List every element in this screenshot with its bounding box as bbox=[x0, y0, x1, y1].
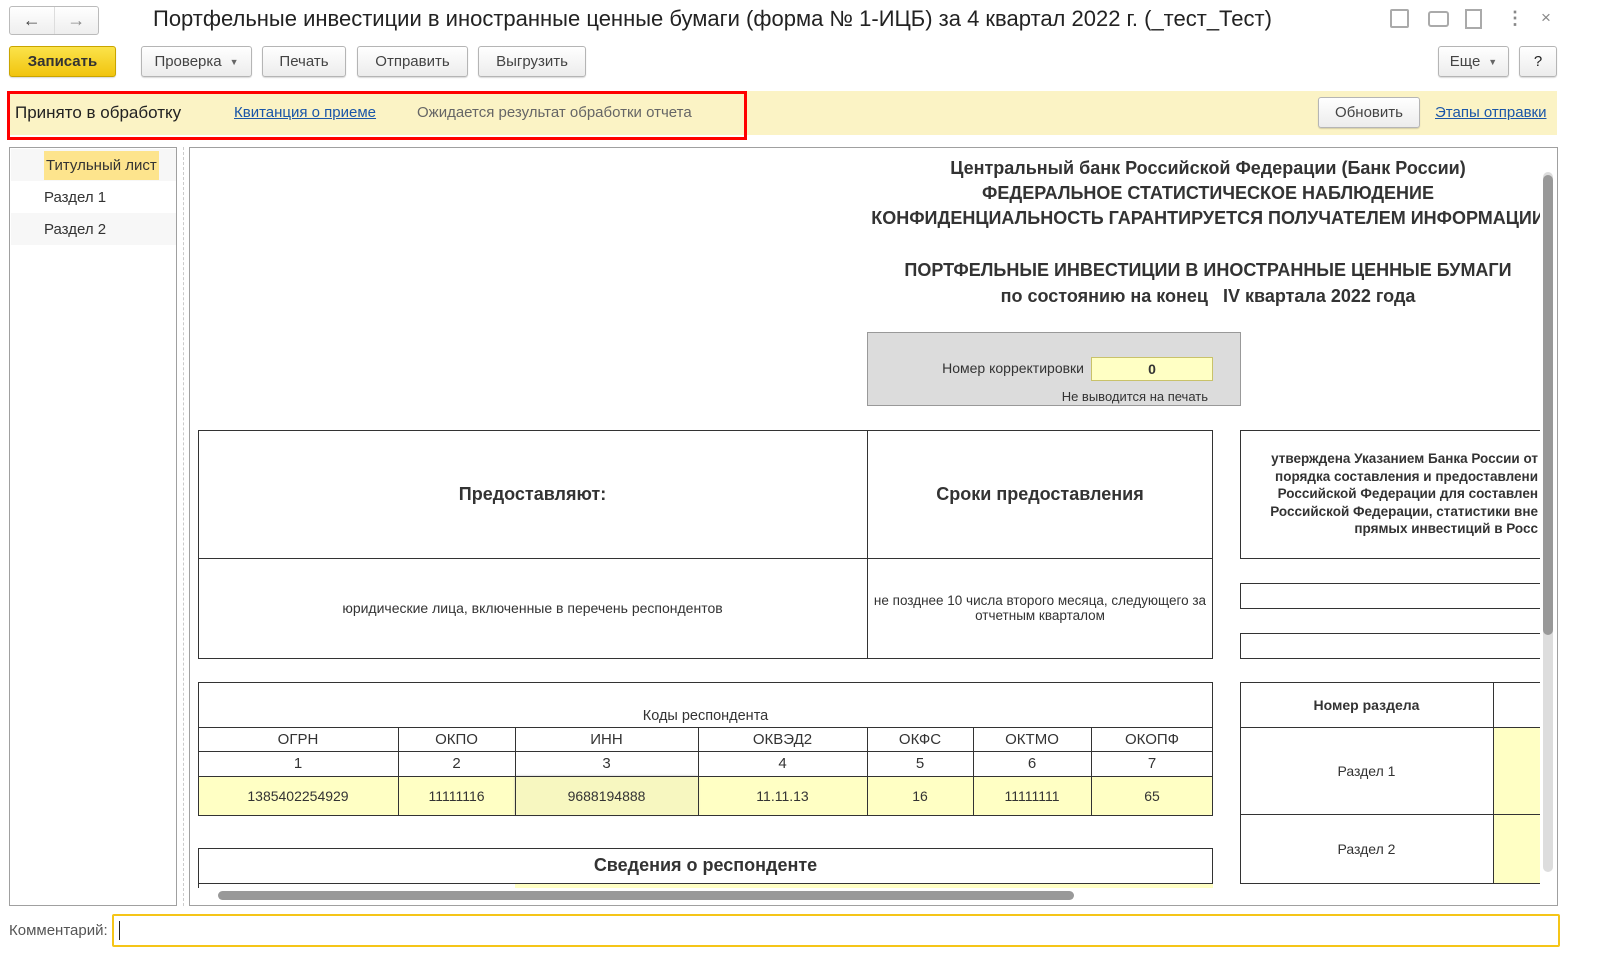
providers-value: юридические лица, включенные в перечень … bbox=[342, 600, 723, 616]
code-header: ОКПО bbox=[435, 730, 478, 748]
correction-input[interactable]: 0 bbox=[1091, 357, 1213, 381]
code-number: 5 bbox=[915, 755, 925, 772]
code-number: 1 bbox=[293, 755, 303, 772]
sidebar: Титульный лист Раздел 1 Раздел 2 bbox=[9, 147, 177, 906]
section-row-1: Раздел 1 bbox=[1337, 762, 1396, 779]
correction-note: Не выводится на печать bbox=[1061, 389, 1208, 404]
sections-input-column[interactable] bbox=[1494, 728, 1540, 883]
code-value[interactable]: 11111111 bbox=[973, 776, 1091, 815]
sidebar-item-section-2[interactable]: Раздел 2 bbox=[11, 213, 176, 245]
sidebar-item-label: Раздел 2 bbox=[44, 220, 107, 238]
header-line-3: КОНФИДЕНЦИАЛЬНОСТЬ ГАРАНТИРУЕТСЯ ПОЛУЧАТ… bbox=[871, 208, 1540, 228]
code-number: 7 bbox=[1147, 755, 1157, 772]
deadline-header: Сроки предоставления bbox=[936, 483, 1144, 504]
codes-title: Коды респондента bbox=[642, 708, 769, 724]
window-title: Портфельные инвестиции в иностранные цен… bbox=[153, 6, 1272, 31]
more-vertical-icon[interactable]: ⋮ bbox=[1506, 8, 1524, 29]
approval-field-1 bbox=[1240, 583, 1540, 609]
print-label: Печать bbox=[279, 53, 329, 70]
check-label: Проверка bbox=[154, 53, 222, 70]
code-value[interactable]: 9688194888 bbox=[515, 776, 698, 815]
forward-arrow-icon[interactable]: → bbox=[55, 7, 99, 34]
approval-line: утверждена Указанием Банка России от bbox=[1271, 451, 1538, 466]
approval-line: прямых инвестиций в Росс bbox=[1354, 521, 1538, 536]
sidebar-item-label: Раздел 1 bbox=[44, 188, 107, 206]
print-button[interactable]: Печать bbox=[262, 46, 346, 77]
send-button[interactable]: Отправить bbox=[357, 46, 468, 77]
code-header: ИНН bbox=[590, 730, 623, 748]
save-label: Записать bbox=[27, 53, 98, 70]
back-arrow-icon[interactable]: ← bbox=[10, 7, 55, 34]
respondent-title: Сведения о респонденте bbox=[593, 855, 818, 875]
section-row-2: Раздел 2 bbox=[1337, 841, 1396, 857]
code-header: ОКВЭД2 bbox=[752, 730, 813, 748]
approval-field-2 bbox=[1240, 633, 1540, 659]
chevron-down-icon: ▼ bbox=[229, 56, 239, 67]
correction-label: Номер корректировки bbox=[942, 360, 1084, 376]
horizontal-scrollbar[interactable] bbox=[191, 888, 1541, 904]
providers-header: Предоставляют: bbox=[458, 483, 607, 504]
spreadsheet-document: Центральный банк Российской Федерации (Б… bbox=[191, 148, 1540, 888]
save-button[interactable]: Записать bbox=[9, 46, 116, 77]
help-button[interactable]: ? bbox=[1519, 46, 1557, 77]
status-message: Ожидается результат обработки отчета bbox=[417, 104, 692, 121]
export-button[interactable]: Выгрузить bbox=[478, 46, 586, 77]
code-number: 2 bbox=[452, 755, 461, 772]
form-subtitle: по состоянию на конец IV квартала 2022 г… bbox=[1000, 286, 1416, 306]
code-header: ОКОПФ bbox=[1124, 730, 1180, 748]
code-value[interactable]: 16 bbox=[867, 776, 973, 815]
sections-header: Номер раздела bbox=[1313, 696, 1420, 713]
more-label: Еще bbox=[1449, 53, 1481, 70]
code-header: ОГРН bbox=[277, 730, 319, 748]
refresh-button[interactable]: Обновить bbox=[1318, 97, 1420, 128]
preview-icon[interactable] bbox=[1465, 9, 1482, 29]
approval-text: утверждена Указанием Банка России от пор… bbox=[1243, 450, 1538, 538]
header-line-1: Центральный банк Российской Федерации (Б… bbox=[950, 158, 1466, 178]
print-icon[interactable] bbox=[1428, 11, 1449, 27]
text-cursor bbox=[119, 921, 120, 940]
header-line-2: ФЕДЕРАЛЬНОЕ СТАТИСТИЧЕСКОЕ НАБЛЮДЕНИЕ bbox=[982, 183, 1434, 203]
save-icon[interactable] bbox=[1390, 9, 1409, 28]
code-header: ОКТМО bbox=[1005, 730, 1059, 748]
check-button[interactable]: Проверка ▼ bbox=[141, 46, 252, 77]
deadline-value: не позднее 10 числа второго месяца, след… bbox=[873, 593, 1207, 623]
divider bbox=[1493, 682, 1494, 884]
receipt-link[interactable]: Квитанция о приеме bbox=[234, 104, 376, 121]
form-title: ПОРТФЕЛЬНЫЕ ИНВЕСТИЦИИ В ИНОСТРАННЫЕ ЦЕН… bbox=[904, 260, 1512, 280]
approval-line: порядка составления и предоставлени bbox=[1275, 468, 1538, 484]
sidebar-item-section-1[interactable]: Раздел 1 bbox=[11, 181, 176, 213]
divider bbox=[198, 883, 1213, 884]
export-label: Выгрузить bbox=[496, 53, 568, 70]
help-label: ? bbox=[1533, 53, 1543, 70]
vertical-scroll-thumb[interactable] bbox=[1543, 175, 1553, 635]
splitter[interactable] bbox=[183, 147, 184, 906]
code-number: 3 bbox=[602, 755, 611, 772]
comment-input[interactable] bbox=[112, 914, 1560, 947]
sidebar-item-label: Титульный лист bbox=[44, 150, 159, 180]
code-value[interactable]: 65 bbox=[1091, 776, 1213, 815]
chevron-down-icon: ▼ bbox=[1488, 56, 1498, 67]
status-state: Принято в обработку bbox=[15, 103, 182, 122]
horizontal-scroll-thumb[interactable] bbox=[218, 891, 1074, 900]
code-number: 4 bbox=[778, 755, 787, 772]
refresh-label: Обновить bbox=[1335, 104, 1403, 121]
close-icon[interactable]: × bbox=[1541, 8, 1551, 28]
code-value[interactable]: 11111116 bbox=[398, 776, 515, 815]
approval-line: Российской Федерации для составлен bbox=[1277, 486, 1538, 501]
code-value[interactable]: 1385402254929 bbox=[198, 776, 398, 815]
approval-line: Российской Федерации, статистики вне bbox=[1270, 503, 1538, 519]
more-button[interactable]: Еще ▼ bbox=[1438, 46, 1509, 77]
sidebar-item-title-page[interactable]: Титульный лист bbox=[11, 149, 176, 181]
code-value[interactable]: 11.11.13 bbox=[698, 776, 867, 815]
send-label: Отправить bbox=[375, 53, 450, 70]
vertical-scrollbar[interactable] bbox=[1542, 150, 1554, 885]
nav-buttons: ← → bbox=[9, 6, 99, 35]
comment-label: Комментарий: bbox=[9, 922, 108, 939]
stages-link[interactable]: Этапы отправки bbox=[1435, 104, 1547, 121]
code-number: 6 bbox=[1027, 755, 1037, 772]
code-header: ОКФС bbox=[898, 730, 942, 748]
